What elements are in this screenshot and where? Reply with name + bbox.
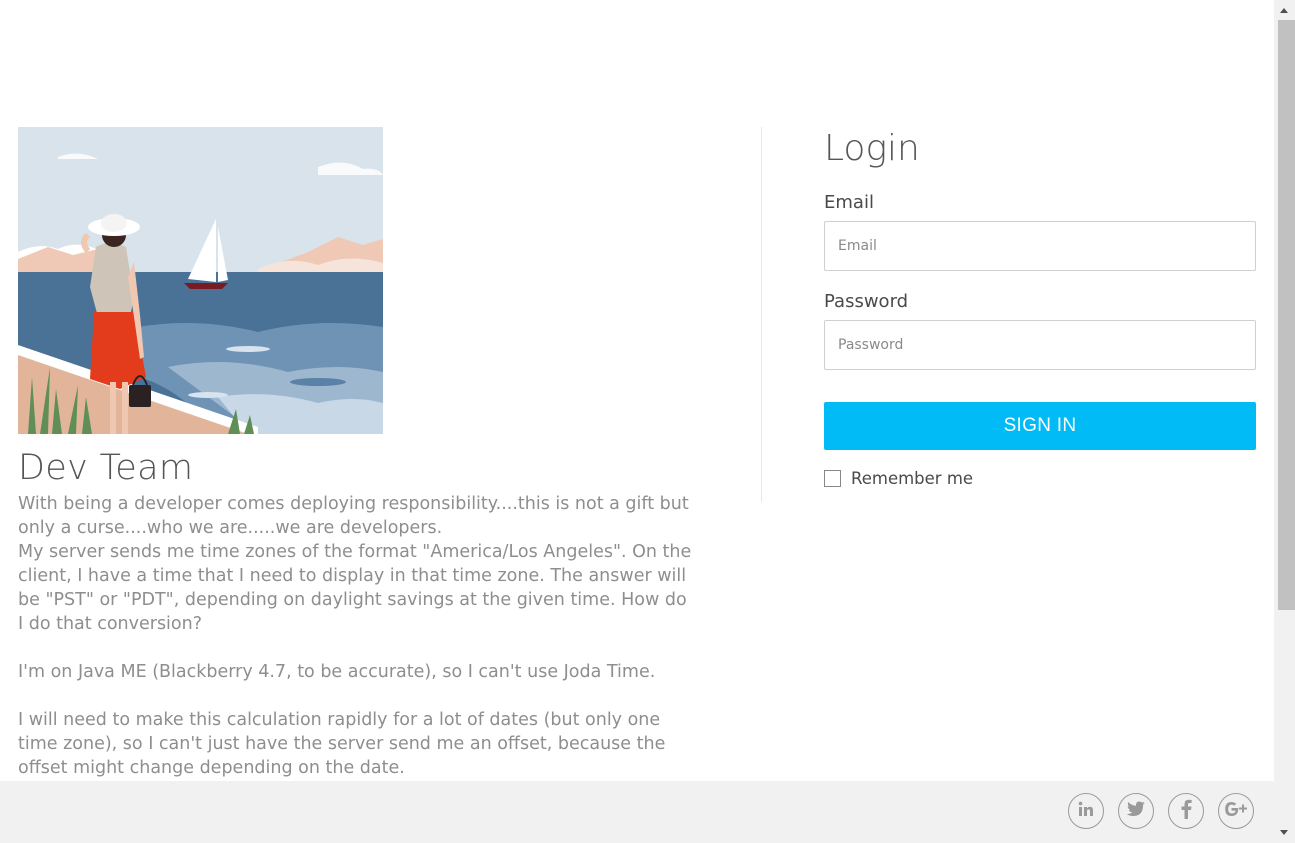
linkedin-button[interactable] xyxy=(1068,793,1104,829)
facebook-icon xyxy=(1180,799,1192,824)
team-description: With being a developer comes deploying r… xyxy=(18,492,693,780)
scroll-down-arrow-icon[interactable] xyxy=(1280,830,1288,835)
column-divider xyxy=(761,127,762,502)
email-label: Email xyxy=(824,192,874,213)
twitter-icon xyxy=(1126,800,1146,823)
twitter-button[interactable] xyxy=(1118,793,1154,829)
sign-in-button[interactable]: SIGN IN xyxy=(824,402,1256,450)
scroll-up-arrow-icon[interactable] xyxy=(1280,8,1288,13)
email-input[interactable] xyxy=(824,221,1256,271)
team-paragraph: With being a developer comes deploying r… xyxy=(18,494,689,538)
remember-me-label: Remember me xyxy=(851,469,974,488)
team-paragraph: I will need to make this calculation rap… xyxy=(18,710,666,778)
team-title: Dev Team xyxy=(18,448,194,488)
team-paragraph: My server sends me time zones of the for… xyxy=(18,542,692,634)
google-plus-icon xyxy=(1224,800,1248,823)
password-input[interactable] xyxy=(824,320,1256,370)
login-title: Login xyxy=(824,128,920,169)
facebook-button[interactable] xyxy=(1168,793,1204,829)
password-label: Password xyxy=(824,291,909,312)
page: Dev Team With being a developer comes de… xyxy=(0,0,1295,843)
scroll-thumb[interactable] xyxy=(1278,20,1295,610)
linkedin-icon xyxy=(1077,800,1095,823)
hero-illustration xyxy=(18,127,383,434)
team-paragraph: I'm on Java ME (Blackberry 4.7, to be ac… xyxy=(18,662,656,682)
footer xyxy=(0,781,1274,843)
google-plus-button[interactable] xyxy=(1218,793,1254,829)
remember-me-row[interactable]: Remember me xyxy=(824,469,973,488)
vertical-scrollbar[interactable] xyxy=(1274,0,1295,843)
remember-me-checkbox[interactable] xyxy=(824,470,841,487)
